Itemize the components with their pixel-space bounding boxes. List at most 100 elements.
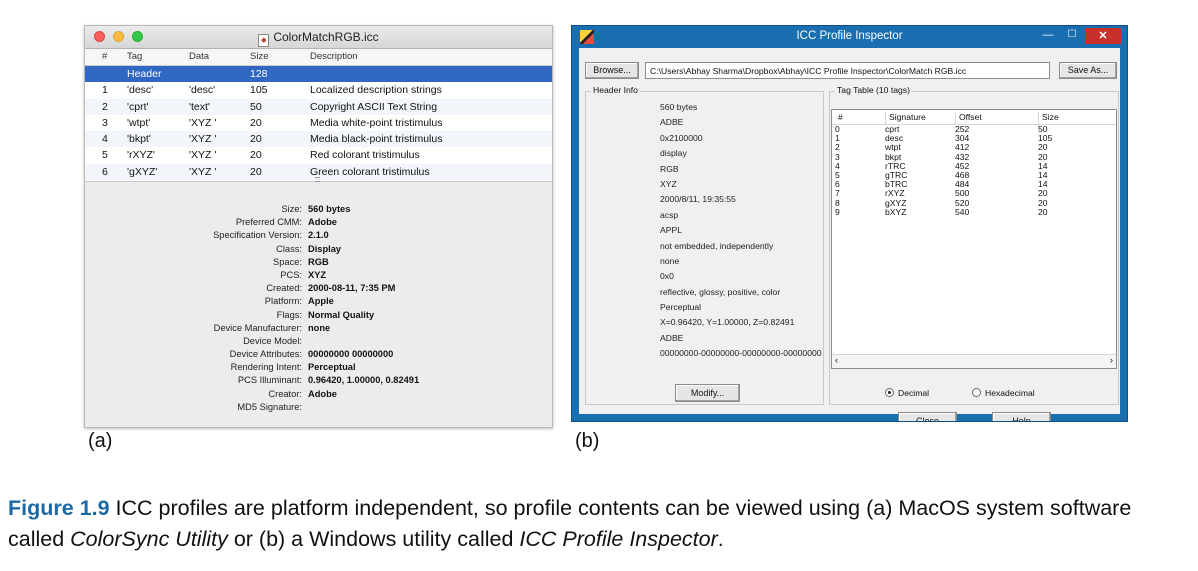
- decimal-radio[interactable]: Decimal: [885, 388, 929, 398]
- maximize-icon[interactable]: ☐: [1063, 29, 1081, 43]
- browse-button[interactable]: Browse...: [585, 62, 639, 79]
- table-row[interactable]: 3 'wtpt' 'XYZ ' 20 Media white-point tristim…: [85, 115, 552, 131]
- column-header-signature[interactable]: Signature: [885, 112, 926, 124]
- panel-label-b: (b): [575, 430, 600, 452]
- detail-value: 560 bytes: [308, 204, 351, 214]
- row-number: 3: [102, 116, 108, 129]
- header-field-value: none: [660, 255, 680, 266]
- row-number: 2: [102, 100, 108, 113]
- detail-value: Display: [308, 243, 342, 254]
- header-field-row: Flags:not embedded, independently: [586, 241, 823, 256]
- header-field-row: Color Space:RGB: [586, 164, 823, 179]
- save-as-button[interactable]: Save As...: [1059, 62, 1117, 79]
- figure-caption: Figure 1.9 ICC profiles are platform ind…: [8, 493, 1193, 555]
- tag-table-header: # Signature Offset Size: [832, 110, 1116, 125]
- tag-list-header: # Tag Data Size Description: [85, 49, 552, 66]
- header-field-value: RGB: [660, 163, 679, 174]
- close-window-button[interactable]: ✕: [1085, 28, 1121, 44]
- row-tag: 'cprt': [127, 100, 149, 113]
- detail-row: Created: 2000-08-11, 7:35 PM: [85, 283, 552, 296]
- header-field-row: Magic:acsp: [586, 210, 823, 225]
- detail-row: Device Attributes: 00000000 00000000: [85, 349, 552, 362]
- table-row[interactable]: 1 desc 304 105: [832, 133, 1116, 143]
- table-row[interactable]: 2 'cprt' 'text' 50 Copyright ASCII Text Stri…: [85, 98, 552, 115]
- detail-value: 00000000 00000000: [308, 349, 394, 360]
- header-field-value: X=0.96420, Y=1.00000, Z=0.82491: [660, 317, 795, 328]
- file-path-field[interactable]: C:\Users\Abhay Sharma\Dropbox\Abhay\ICC …: [645, 62, 1050, 79]
- header-field-row: PCS:XYZ: [586, 179, 823, 194]
- header-field-row: Creator:ADBE: [586, 333, 823, 348]
- table-row[interactable]: 5 gTRC 468 14: [832, 170, 1116, 180]
- detail-label: PCS Illuminant:: [237, 375, 302, 386]
- table-row[interactable]: 5 'rXYZ' 'XYZ ' 20 Red colorant tristimulus: [85, 147, 552, 163]
- row-tag: 'gXYZ': [127, 165, 158, 178]
- row-size: 20: [250, 149, 262, 162]
- row-data: 'text': [189, 100, 210, 113]
- row-description: Media black-point tristimulus: [310, 133, 443, 146]
- row-description: Media white-point tristimulus: [310, 116, 443, 129]
- hexadecimal-radio[interactable]: Hexadecimal: [972, 388, 1035, 398]
- detail-row: Device Model:: [85, 336, 552, 349]
- header-field-value: ADBE: [660, 332, 684, 343]
- scroll-left-icon[interactable]: ‹: [835, 355, 838, 365]
- title-bar: ICC Profile Inspector — ☐ ✕: [572, 26, 1127, 48]
- table-row-selected[interactable]: Header 128: [85, 66, 552, 83]
- row-signature: bXYZ: [885, 206, 907, 217]
- table-row[interactable]: 1 'desc' 'desc' 105 Localized description st…: [85, 82, 552, 98]
- row-tag: 'desc': [127, 84, 154, 97]
- header-field-value: reflective, glossy, positive, color: [660, 286, 781, 297]
- header-field-value: display: [660, 148, 687, 159]
- table-row[interactable]: 6 bTRC 484 14: [832, 179, 1116, 189]
- header-field-row: Device Class:display: [586, 148, 823, 163]
- row-description: Green colorant tristimulus: [310, 165, 430, 178]
- column-header-size[interactable]: Size: [250, 51, 268, 62]
- table-row[interactable]: 3 bkpt 432 20: [832, 152, 1116, 162]
- table-row[interactable]: 7 rXYZ 500 20: [832, 189, 1116, 198]
- row-description: Copyright ASCII Text String: [310, 100, 438, 113]
- column-header-tag[interactable]: Tag: [127, 51, 142, 62]
- detail-value: none: [308, 322, 331, 333]
- row-size: 20: [1038, 206, 1048, 217]
- header-field-row: Illuminant:X=0.96420, Y=1.00000, Z=0.824…: [586, 317, 823, 332]
- modify-button[interactable]: Modify...: [675, 384, 740, 402]
- detail-label: Rendering Intent:: [230, 362, 302, 373]
- scroll-right-icon[interactable]: ›: [1110, 355, 1113, 365]
- row-number: 9: [835, 206, 840, 217]
- detail-label: Platform:: [264, 296, 302, 307]
- colorsync-window: ◆ ColorMatchRGB.icc # Tag Data Size Descr…: [84, 25, 553, 428]
- column-header-offset[interactable]: Offset: [955, 112, 982, 124]
- split-view-handle[interactable]: [315, 177, 320, 182]
- detail-row: Preferred CMM: Adobe: [85, 217, 552, 230]
- detail-value: 0.96420, 1.00000, 0.82491: [308, 375, 420, 386]
- header-field-row: Intent:Perceptual: [586, 302, 823, 317]
- column-header-data[interactable]: Data: [189, 51, 209, 62]
- table-row[interactable]: 0 cprt 252 50: [832, 124, 1116, 134]
- row-data: 'desc': [189, 84, 216, 97]
- detail-value: Apple: [308, 296, 334, 307]
- detail-row: Flags: Normal Quality: [85, 310, 552, 323]
- row-data: 'XYZ ': [189, 165, 217, 178]
- detail-label: Flags:: [276, 309, 302, 320]
- table-row[interactable]: 2 wtpt 412 20: [832, 143, 1116, 152]
- header-field-row: Date:2000/8/11, 19:35:55: [586, 194, 823, 209]
- table-row[interactable]: 8 gXYZ 520 20: [832, 198, 1116, 208]
- minimize-icon[interactable]: —: [1039, 29, 1057, 43]
- horizontal-scrollbar[interactable]: ‹ ›: [832, 354, 1116, 368]
- help-button[interactable]: Help: [992, 412, 1051, 421]
- detail-value: Adobe: [308, 217, 337, 228]
- detail-label: PCS:: [280, 269, 302, 280]
- row-tag: 'bkpt': [127, 133, 151, 146]
- table-row[interactable]: 9 bXYZ 540 20: [832, 206, 1116, 217]
- close-button[interactable]: Close: [898, 412, 957, 421]
- column-header-number[interactable]: #: [102, 51, 107, 62]
- table-row[interactable]: 4 'bkpt' 'XYZ ' 20 Media black-point tristim…: [85, 131, 552, 148]
- detail-row: MD5 Signature:: [85, 402, 552, 415]
- header-info-group: Header Info Size:560 bytesCMM Type:ADBEV…: [585, 85, 824, 405]
- table-row[interactable]: 4 rTRC 452 14: [832, 161, 1116, 171]
- header-field-value: 560 bytes: [660, 102, 698, 112]
- column-header-size[interactable]: Size: [1038, 112, 1059, 124]
- detail-label: Space:: [273, 256, 302, 267]
- column-header-description[interactable]: Description: [310, 51, 358, 62]
- column-header-number[interactable]: #: [835, 112, 843, 124]
- detail-row: Platform: Apple: [85, 296, 552, 309]
